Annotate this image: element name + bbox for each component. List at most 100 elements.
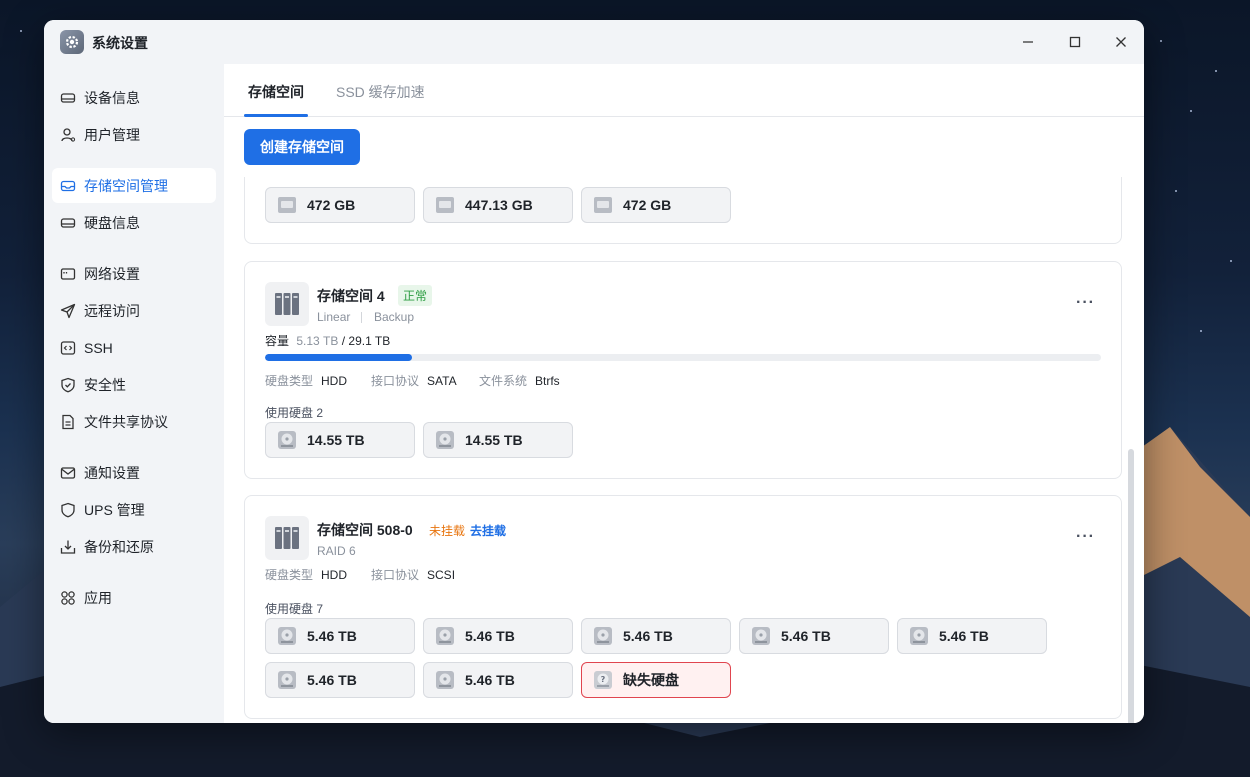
ssd-icon: [436, 197, 454, 213]
create-storage-button[interactable]: 创建存储空间: [244, 129, 360, 165]
missing-disk-chip[interactable]: ? 缺失硬盘: [581, 662, 731, 698]
tab-ssd-cache[interactable]: SSD 缓存加速: [336, 82, 425, 102]
disk-chip[interactable]: 5.46 TB: [581, 618, 731, 654]
disk-size: 472 GB: [307, 197, 356, 213]
capacity-total: / 29.1 TB: [341, 334, 391, 348]
maximize-icon: [1069, 36, 1081, 48]
tab-bar: 存储空间 SSD 缓存加速: [224, 64, 1144, 117]
filesystem-info: 文件系统 Btrfs: [479, 374, 560, 388]
maximize-button[interactable]: [1063, 30, 1087, 54]
sidebar-item-storage[interactable]: 存储空间管理: [52, 168, 216, 203]
sidebar-item-label: 应用: [84, 589, 112, 606]
sidebar-item-label: 文件共享协议: [84, 413, 168, 430]
sidebar-item-ups[interactable]: UPS 管理: [52, 492, 216, 527]
disk-chip[interactable]: 14.55 TB: [423, 422, 573, 458]
server-icon: [265, 282, 309, 326]
sidebar-item-network[interactable]: 网络设置: [52, 256, 216, 291]
more-options-button[interactable]: ···: [1076, 294, 1095, 312]
tab-storage-space[interactable]: 存储空间: [248, 82, 304, 102]
sidebar-item-label: 用户管理: [84, 126, 140, 143]
user-icon: [60, 127, 76, 143]
disk-type-info: 硬盘类型 HDD: [265, 374, 348, 388]
disk-chip[interactable]: 447.13 GB: [423, 187, 573, 223]
ssd-icon: [594, 197, 612, 213]
divider: [361, 312, 362, 323]
device-icon: [60, 90, 76, 106]
sidebar-item-ssh[interactable]: SSH: [52, 330, 216, 365]
storage-icon: [60, 178, 76, 194]
sidebar-item-file-sharing[interactable]: 文件共享协议: [52, 404, 216, 439]
svg-text:?: ?: [601, 675, 606, 684]
disk-chip[interactable]: 472 GB: [581, 187, 731, 223]
pool-name: 存储空间 4: [317, 288, 385, 304]
shield-icon: [60, 377, 76, 393]
gear-icon: [60, 30, 84, 54]
sidebar-item-label: 硬盘信息: [84, 214, 140, 231]
ups-shield-icon: [60, 502, 76, 518]
mount-link[interactable]: 去挂载: [470, 522, 506, 539]
apps-icon: [60, 590, 76, 606]
mail-icon: [60, 465, 76, 481]
status-badge: 正常: [398, 285, 433, 306]
status-badge: 未挂载: [429, 524, 466, 538]
active-tab-indicator: [244, 114, 308, 117]
disk-chip[interactable]: 14.55 TB: [265, 422, 415, 458]
disk-type-info: 硬盘类型 HDD: [265, 568, 348, 582]
code-icon: [60, 340, 76, 356]
sidebar-item-label: SSH: [84, 339, 113, 356]
sidebar-item-label: 安全性: [84, 376, 126, 393]
interface-info: 接口协议 SATA: [371, 374, 457, 388]
disk-chip[interactable]: 5.46 TB: [897, 618, 1047, 654]
disk-chip[interactable]: 5.46 TB: [265, 662, 415, 698]
sidebar-item-disk-info[interactable]: 硬盘信息: [52, 205, 216, 240]
disk-size: 5.46 TB: [939, 628, 989, 644]
vertical-scrollbar[interactable]: [1128, 449, 1134, 723]
disk-chip[interactable]: 5.46 TB: [423, 618, 573, 654]
more-options-button[interactable]: ···: [1076, 528, 1095, 546]
sidebar-item-security[interactable]: 安全性: [52, 367, 216, 402]
capacity-label: 容量: [265, 334, 290, 348]
minimize-button[interactable]: [1016, 30, 1040, 54]
storage-card-partial: 472 GB 447.13 GB 472 GB: [244, 177, 1122, 244]
sidebar-item-users[interactable]: 用户管理: [52, 117, 216, 152]
disk-chip[interactable]: 5.46 TB: [739, 618, 889, 654]
pool-usage: Backup: [374, 310, 415, 324]
hdd-icon: [910, 627, 928, 645]
disk-chip[interactable]: 5.46 TB: [265, 618, 415, 654]
close-button[interactable]: [1109, 30, 1133, 54]
file-icon: [60, 414, 76, 430]
sidebar-item-backup[interactable]: 备份和还原: [52, 529, 216, 564]
hdd-icon: [752, 627, 770, 645]
main-panel: 存储空间 SSD 缓存加速 创建存储空间 472 GB 447.13 GB 47…: [224, 64, 1144, 723]
sidebar-item-device-info[interactable]: 设备信息: [52, 80, 216, 115]
disk-size: 5.46 TB: [623, 628, 673, 644]
disk-size: 14.55 TB: [465, 432, 523, 448]
storage-list[interactable]: 472 GB 447.13 GB 472 GB 存储空间 4 正常 Linear…: [224, 177, 1144, 723]
disk-chip[interactable]: 5.46 TB: [423, 662, 573, 698]
sidebar-item-label: 网络设置: [84, 265, 140, 282]
interface-info: 接口协议 SCSI: [371, 568, 456, 582]
hdd-icon: [436, 627, 454, 645]
disk-size: 14.55 TB: [307, 432, 365, 448]
disk-size: 5.46 TB: [307, 628, 357, 644]
send-icon: [60, 303, 76, 319]
settings-window: 系统设置 设备信息 用户管理 存储空间管理 硬盘信息 网络设置 远程访问 SSH…: [44, 20, 1144, 723]
sidebar-item-label: 通知设置: [84, 464, 140, 481]
hdd-icon: [278, 431, 296, 449]
sidebar-item-apps[interactable]: 应用: [52, 580, 216, 615]
hdd-icon: [594, 627, 612, 645]
window-title: 系统设置: [92, 35, 148, 51]
disk-size: 5.46 TB: [465, 672, 515, 688]
disk-size: 5.46 TB: [307, 672, 357, 688]
missing-disk-icon: ?: [594, 671, 612, 689]
sidebar-item-notifications[interactable]: 通知设置: [52, 455, 216, 490]
capacity-progress-fill: [265, 354, 413, 361]
hdd-icon: [436, 671, 454, 689]
minimize-icon: [1023, 41, 1033, 43]
disk-size: 5.46 TB: [781, 628, 831, 644]
hdd-icon: [436, 431, 454, 449]
network-icon: [60, 266, 76, 282]
backup-icon: [60, 539, 76, 555]
disk-chip[interactable]: 472 GB: [265, 187, 415, 223]
sidebar-item-remote-access[interactable]: 远程访问: [52, 293, 216, 328]
